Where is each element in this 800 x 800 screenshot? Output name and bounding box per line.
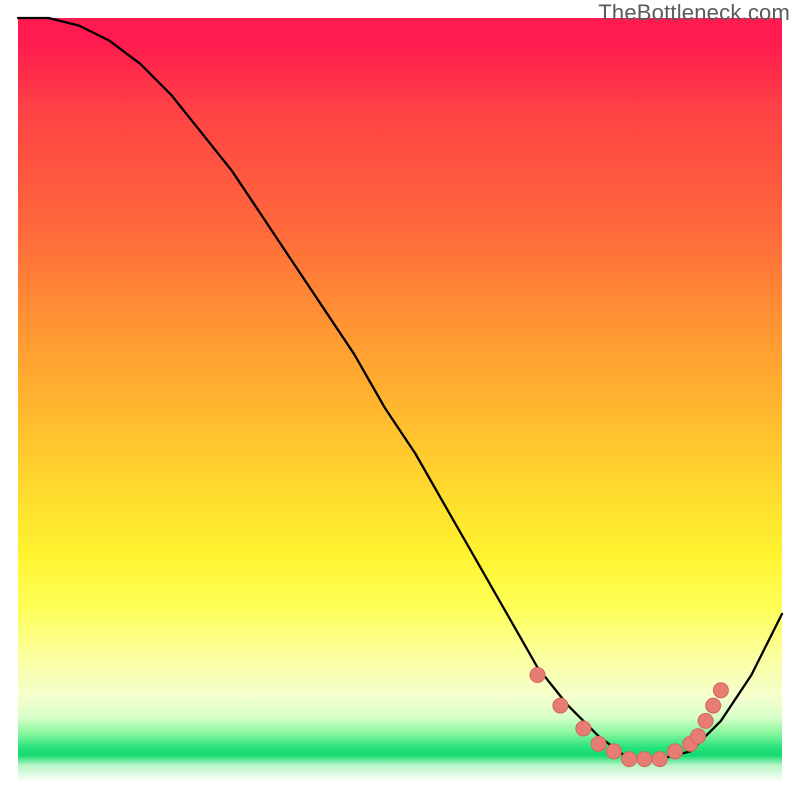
marker-dot [691, 729, 706, 744]
marker-dot [713, 683, 728, 698]
marker-dot [591, 736, 606, 751]
marker-dot [606, 744, 621, 759]
marker-dot [652, 752, 667, 767]
marker-dot [576, 721, 591, 736]
marker-dot [637, 752, 652, 767]
marker-dot [622, 752, 637, 767]
marker-dot [706, 698, 721, 713]
marker-dot [668, 744, 683, 759]
bottleneck-curve [18, 18, 782, 759]
valley-markers [530, 668, 728, 767]
chart-svg [18, 18, 782, 782]
marker-dot [530, 668, 545, 683]
marker-dot [553, 698, 568, 713]
marker-dot [698, 713, 713, 728]
chart-root: TheBottleneck.com [0, 0, 800, 800]
watermark-label: TheBottleneck.com [598, 0, 790, 26]
